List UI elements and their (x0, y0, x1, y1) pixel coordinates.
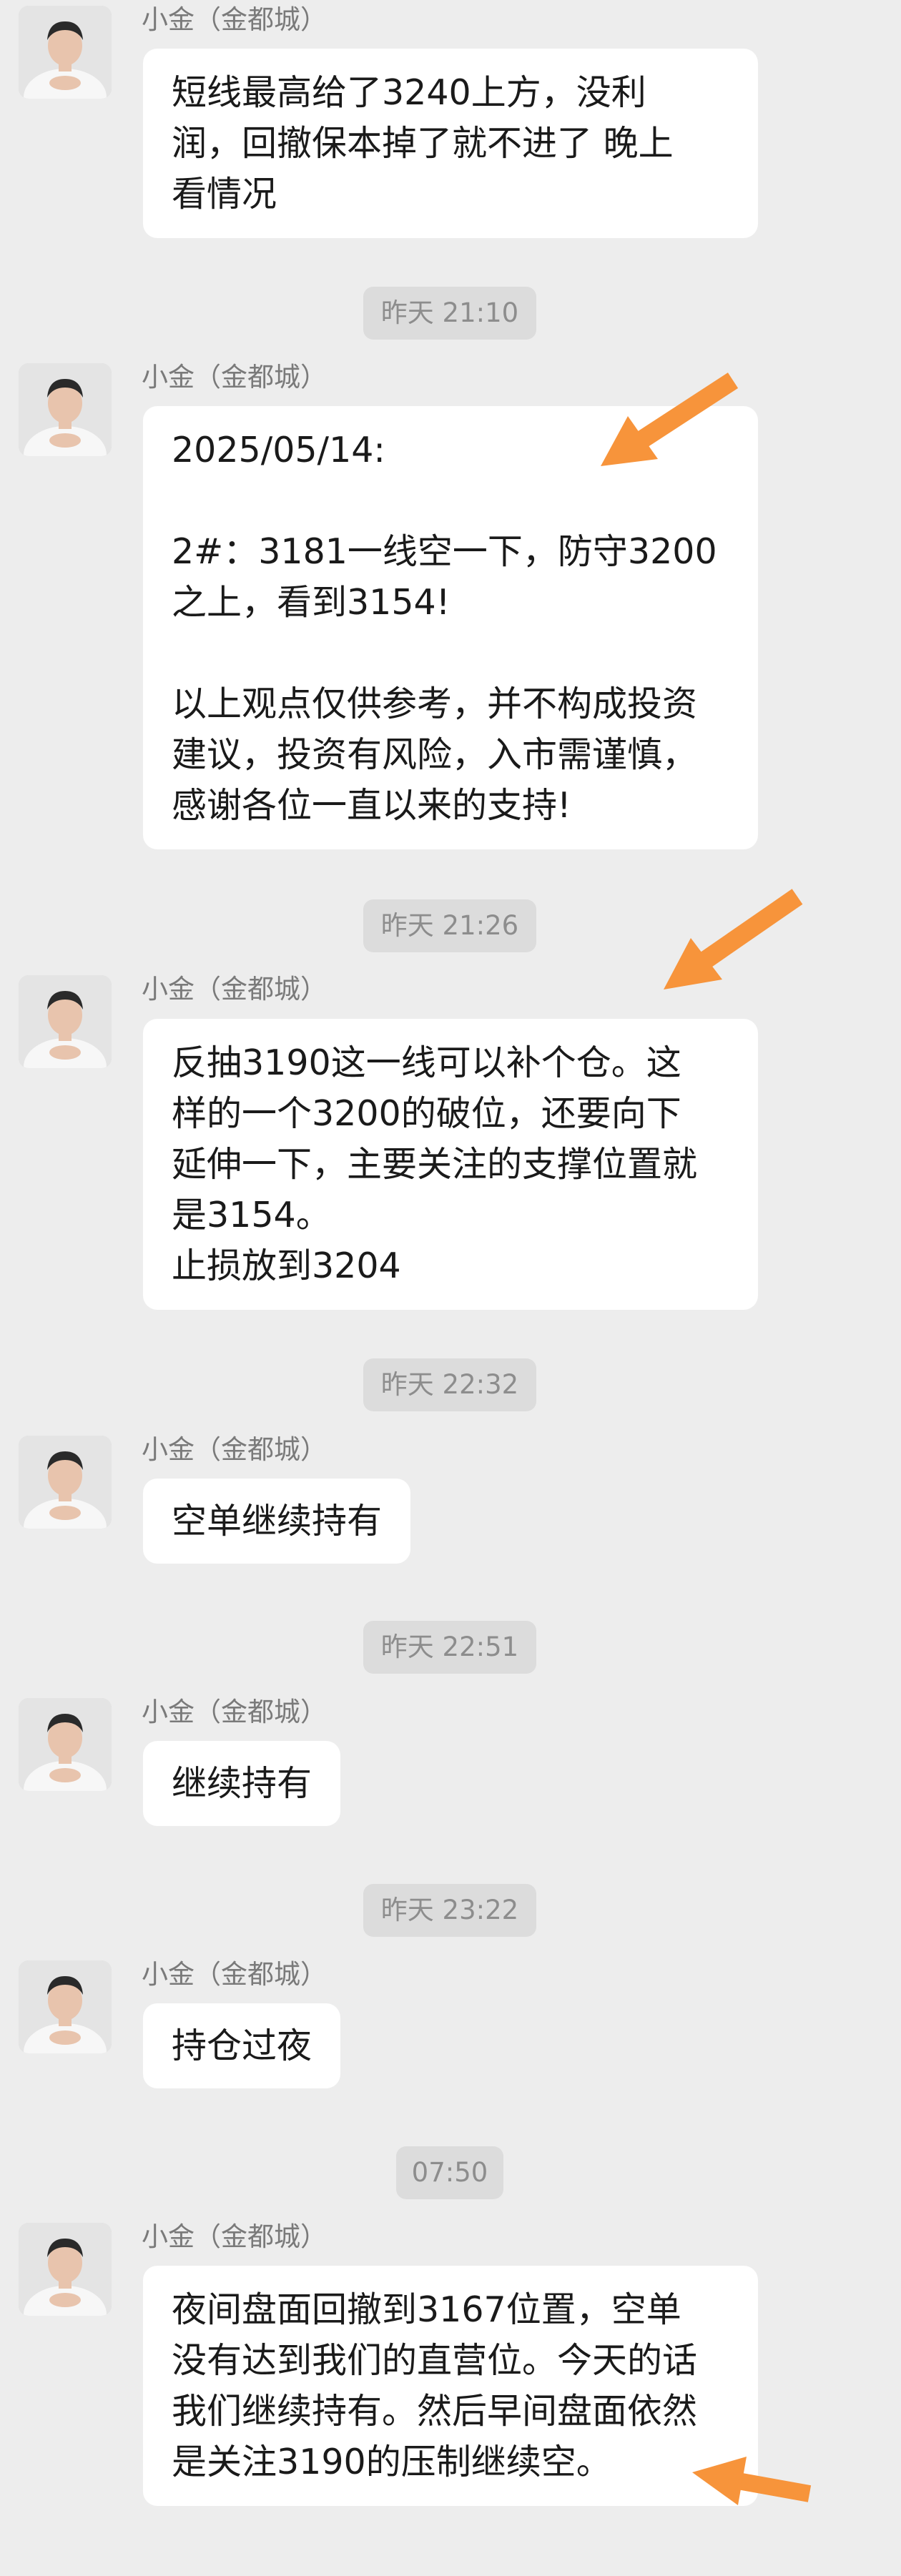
person-avatar-icon (19, 6, 112, 99)
person-avatar-icon (19, 1698, 112, 1791)
message-line: 2#：3181一线空一下，防守3200 (172, 531, 717, 572)
message-line: 继续持有 (172, 1763, 312, 1804)
avatar[interactable] (19, 2223, 112, 2316)
timestamp: 昨天 21:10 (363, 287, 536, 340)
message-line (172, 475, 729, 526)
sender-name: 小金（金都城） (142, 974, 327, 1005)
orange-arrow-icon (601, 372, 739, 466)
sender-name: 小金（金都城） (142, 2221, 327, 2252)
avatar[interactable] (19, 363, 112, 456)
message-line: 短线最高给了3240上方，没利 (172, 72, 646, 113)
avatar[interactable] (19, 1436, 112, 1529)
message-bubble[interactable]: 空单继续持有 (143, 1479, 411, 1564)
message-bubble[interactable]: 反抽3190这一线可以补个仓。这 样的一个3200的破位，还要向下 延伸一下，主… (143, 1019, 758, 1310)
message-line: 之上，看到3154! (172, 582, 450, 623)
message-bubble[interactable]: 持仓过夜 (143, 2003, 341, 2088)
timestamp: 07:50 (396, 2146, 503, 2199)
message-line: 是关注3190的压制继续空。 (172, 2442, 611, 2482)
message-line: 反抽3190这一线可以补个仓。这 (172, 1042, 681, 1083)
message-line: 润，回撤保本掉了就不进了 晚上 (172, 123, 674, 164)
message-line: 看情况 (172, 174, 277, 214)
message-line: 延伸一下，主要关注的支撑位置就 (172, 1144, 698, 1185)
person-avatar-icon (19, 975, 112, 1068)
sender-name: 小金（金都城） (142, 362, 327, 393)
message-line: 空单继续持有 (172, 1501, 383, 1541)
avatar[interactable] (19, 975, 112, 1068)
message-line: 建议，投资有风险，入市需谨慎， (172, 734, 698, 775)
message-line: 感谢各位一直以来的支持! (172, 785, 571, 826)
message-line: 止损放到3204 (172, 1245, 401, 1286)
avatar[interactable] (19, 1960, 112, 2053)
message-line (172, 628, 729, 678)
timestamp: 昨天 23:22 (363, 1884, 536, 1937)
sender-name: 小金（金都城） (142, 1434, 327, 1465)
message-line: 样的一个3200的破位，还要向下 (172, 1093, 681, 1134)
message-line: 没有达到我们的直营位。今天的话 (172, 2340, 698, 2381)
person-avatar-icon (19, 1436, 112, 1529)
orange-arrow-icon (692, 2457, 812, 2505)
person-avatar-icon (19, 1960, 112, 2053)
sender-name: 小金（金都城） (142, 4, 327, 35)
avatar[interactable] (19, 6, 112, 99)
message-line: 持仓过夜 (172, 2025, 312, 2066)
message-bubble[interactable]: 夜间盘面回撤到3167位置，空单 没有达到我们的直营位。今天的话 我们继续持有。… (143, 2266, 758, 2506)
timestamp: 昨天 21:26 (363, 899, 536, 952)
orange-arrow-icon (664, 889, 803, 990)
sender-name: 小金（金都城） (142, 1697, 327, 1727)
message-bubble[interactable]: 短线最高给了3240上方，没利 润，回撤保本掉了就不进了 晚上 看情况 (143, 49, 758, 238)
message-line: 是3154。 (172, 1195, 331, 1235)
avatar[interactable] (19, 1698, 112, 1791)
person-avatar-icon (19, 2223, 112, 2316)
sender-name: 小金（金都城） (142, 1959, 327, 1990)
person-avatar-icon (19, 363, 112, 456)
message-bubble[interactable]: 继续持有 (143, 1741, 341, 1826)
timestamp: 昨天 22:51 (363, 1621, 536, 1674)
timestamp: 昨天 22:32 (363, 1358, 536, 1411)
message-line: 我们继续持有。然后早间盘面依然 (172, 2391, 698, 2432)
message-line: 夜间盘面回撤到3167位置，空单 (172, 2289, 681, 2330)
message-line: 以上观点仅供参考，并不构成投资 (172, 684, 698, 724)
